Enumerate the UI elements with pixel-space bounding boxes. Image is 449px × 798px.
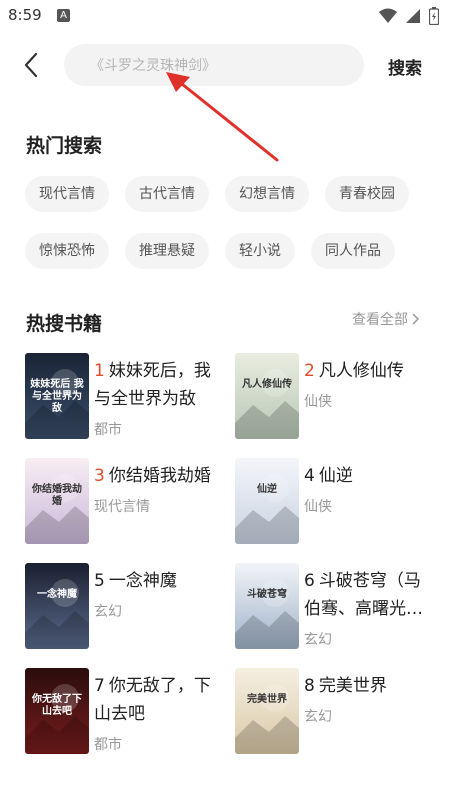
book-cover-art [25, 563, 89, 649]
book-cover-title: 一念神魔 [37, 589, 77, 600]
back-button[interactable] [18, 50, 46, 80]
book-title-text: 仙逆 [318, 466, 353, 486]
book-item[interactable]: 仙逆 4 仙逆 仙侠 [235, 458, 435, 548]
book-rank: 5 [94, 571, 105, 591]
book-title-text: 一念神魔 [108, 571, 177, 591]
book-cover-art [235, 353, 299, 439]
see-all-label: 查看全部 [352, 312, 408, 328]
status-indicators [379, 7, 439, 25]
book-cover[interactable]: 斗破苍穹 [235, 563, 299, 649]
chevron-right-icon [412, 313, 420, 325]
book-item[interactable]: 完美世界 8 完美世界 玄幻 [235, 668, 435, 758]
book-cover-art [235, 563, 299, 649]
book-info: 4 仙逆仙侠 [304, 462, 429, 516]
tag-item[interactable]: 幻想言情 [225, 176, 309, 212]
book-item[interactable]: 斗破苍穹 6斗破苍穹（马伯骞、高曙光主演） 玄幻 [235, 563, 435, 653]
book-cover[interactable]: 你结婚我劫婚 [25, 458, 89, 544]
book-rank: 8 [304, 676, 315, 696]
book-info: 3 你结婚我劫婚现代言情 [94, 462, 219, 516]
search-placeholder: 《斗罗之灵珠神剑》 [90, 58, 216, 74]
book-title: 3 你结婚我劫婚 [94, 462, 219, 490]
book-title: 5 一念神魔 [94, 567, 219, 595]
book-item[interactable]: 妹妹死后 我与全世界为敌 1 妹妹死后，我与全世界为敌都市 [25, 353, 225, 443]
book-title-text: 妹妹死后，我与全世界为敌 [94, 361, 211, 409]
hot-search-title: 热门搜索 [26, 135, 103, 157]
tag-item[interactable]: 现代言情 [25, 176, 109, 212]
book-cover-title: 凡人修仙传 [242, 379, 292, 390]
tag-item[interactable]: 青春校园 [325, 176, 409, 212]
book-title-text: 你结婚我劫婚 [108, 466, 211, 486]
signal-icon [406, 9, 420, 23]
book-info: 2 凡人修仙传仙侠 [304, 357, 429, 411]
book-cover-title: 你结婚我劫婚 [32, 484, 82, 507]
book-title-text: 凡人修仙传 [318, 361, 404, 381]
book-cover-title: 你无敌了下山去吧 [32, 694, 82, 717]
book-rank: 2 [304, 361, 315, 381]
book-category: 玄幻 [304, 632, 332, 648]
tag-item[interactable]: 惊悚恐怖 [25, 233, 109, 269]
hot-search-tags: 现代言情 古代言情 幻想言情 青春校园 惊悚恐怖 推理悬疑 轻小说 同人作品 [25, 176, 425, 269]
wifi-icon [379, 8, 397, 23]
book-rank: 7 [94, 676, 105, 696]
book-item[interactable]: 一念神魔 5 一念神魔 玄幻 [25, 563, 225, 653]
book-cover[interactable]: 仙逆 [235, 458, 299, 544]
book-info: 6斗破苍穹（马伯骞、高曙光主演） 玄幻 [304, 567, 429, 649]
book-title-text: 你无敌了，下山去吧 [94, 676, 211, 724]
book-info: 7 你无敌了，下山去吧都市 [94, 672, 219, 754]
book-title: 1 妹妹死后，我与全世界为敌 [94, 357, 219, 413]
book-cover-title: 斗破苍穹 [247, 589, 287, 600]
book-rank: 1 [94, 361, 105, 381]
book-cover[interactable]: 妹妹死后 我与全世界为敌 [25, 353, 89, 439]
book-info: 1 妹妹死后，我与全世界为敌都市 [94, 357, 219, 439]
book-rank: 4 [304, 466, 315, 486]
book-title: 8 完美世界 [304, 672, 429, 700]
book-item[interactable]: 你结婚我劫婚 3 你结婚我劫婚 现代言情 [25, 458, 225, 548]
tag-item[interactable]: 同人作品 [311, 233, 395, 269]
book-cover-title: 完美世界 [247, 694, 287, 705]
book-title: 4 仙逆 [304, 462, 429, 490]
chevron-left-icon [24, 52, 38, 78]
book-title-text: 斗破苍穹（马伯骞、高曙光主演） [304, 571, 423, 619]
book-category: 都市 [94, 422, 122, 438]
search-input[interactable]: 《斗罗之灵珠神剑》 [64, 44, 364, 86]
battery-icon [429, 7, 439, 25]
tag-item[interactable]: 轻小说 [225, 233, 295, 269]
book-rank: 3 [94, 466, 105, 486]
book-category: 仙侠 [304, 394, 332, 410]
book-cover[interactable]: 完美世界 [235, 668, 299, 754]
notification-icon: A [57, 9, 70, 22]
book-category: 现代言情 [94, 499, 150, 515]
book-category: 都市 [94, 737, 122, 753]
book-cover-title: 妹妹死后 我与全世界为敌 [30, 379, 84, 414]
search-button[interactable]: 搜索 [388, 54, 422, 79]
book-title-text: 完美世界 [318, 676, 387, 696]
see-all-link[interactable]: 查看全部 [352, 309, 420, 329]
book-category: 玄幻 [304, 709, 332, 725]
book-category: 仙侠 [304, 499, 332, 515]
book-cover[interactable]: 一念神魔 [25, 563, 89, 649]
book-rank: 6 [304, 571, 315, 591]
book-title: 7 你无敌了，下山去吧 [94, 672, 219, 728]
status-bar: 8:59 A [0, 0, 449, 32]
book-item[interactable]: 你无敌了下山去吧 7 你无敌了，下山去吧都市 [25, 668, 225, 758]
hot-books-title: 热搜书籍 [26, 313, 103, 335]
book-title: 2 凡人修仙传 [304, 357, 429, 385]
book-category: 玄幻 [94, 604, 122, 620]
book-cover[interactable]: 凡人修仙传 [235, 353, 299, 439]
book-item[interactable]: 凡人修仙传 2 凡人修仙传 仙侠 [235, 353, 435, 443]
book-cover-title: 仙逆 [257, 484, 277, 495]
book-info: 8 完美世界玄幻 [304, 672, 429, 726]
status-time: 8:59 [8, 6, 42, 24]
book-cover-art [235, 458, 299, 544]
book-cover-art [235, 668, 299, 754]
book-title: 6斗破苍穹（马伯骞、高曙光主演） [304, 567, 429, 623]
tag-item[interactable]: 古代言情 [125, 176, 209, 212]
book-info: 5 一念神魔玄幻 [94, 567, 219, 621]
tag-item[interactable]: 推理悬疑 [125, 233, 209, 269]
book-cover[interactable]: 你无敌了下山去吧 [25, 668, 89, 754]
